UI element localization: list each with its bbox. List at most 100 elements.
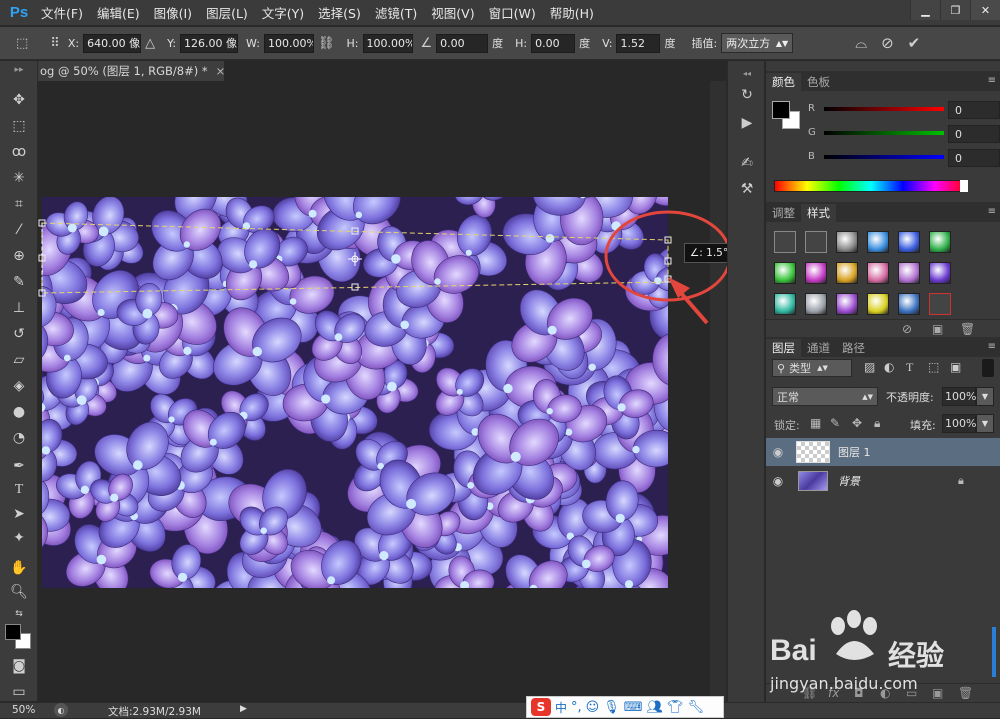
crop-tool-icon[interactable]: ⌗	[6, 193, 32, 215]
quick-mask-icon[interactable]: ◙	[6, 655, 32, 677]
style-swatch[interactable]	[805, 293, 827, 315]
layer-filter-select[interactable]: ⚲ 类型 ▲▼	[772, 359, 852, 377]
user-icon[interactable]: 👥︎	[647, 700, 664, 715]
brush-presets-icon[interactable]: ⚒	[736, 179, 758, 199]
menu-help[interactable]: 帮助(H)	[543, 3, 601, 22]
style-swatch[interactable]	[867, 231, 889, 253]
menu-type[interactable]: 文字(Y)	[255, 3, 311, 22]
filter-toggle[interactable]	[982, 359, 994, 377]
green-channel-slider[interactable]	[824, 131, 944, 135]
toolbar-collapse-icon[interactable]: ▸▸	[6, 65, 32, 75]
style-swatch[interactable]	[898, 262, 920, 284]
canvas-scrollbar[interactable]	[710, 81, 726, 702]
tab-adjustments[interactable]: 调整	[766, 204, 801, 222]
close-button[interactable]: ✕	[970, 0, 1000, 20]
menu-layer[interactable]: 图层(L)	[199, 3, 255, 22]
visibility-eye-icon[interactable]: ◉	[766, 474, 790, 488]
new-style-icon[interactable]: ▣	[932, 322, 943, 336]
visibility-eye-icon[interactable]: ◉	[766, 445, 790, 459]
color-foreground-swatch[interactable]	[772, 101, 790, 119]
type-tool-icon[interactable]: T	[6, 479, 32, 501]
brush-panel-icon[interactable]: ✍	[736, 153, 758, 173]
menu-image[interactable]: 图像(I)	[147, 3, 199, 22]
style-swatch[interactable]	[836, 262, 858, 284]
menu-file[interactable]: 文件(F)	[34, 3, 90, 22]
restore-button[interactable]: ❐	[940, 0, 970, 20]
no-style-icon[interactable]: ⊘	[902, 322, 912, 336]
filter-shape-icon[interactable]: ⬚	[928, 360, 939, 374]
lasso-tool-icon[interactable]: ꝏ	[6, 141, 32, 163]
keyboard-icon[interactable]: ⌨	[624, 700, 643, 715]
lock-position-icon[interactable]: ✥	[852, 416, 862, 430]
swap-colors-icon[interactable]: ⇆	[6, 603, 32, 625]
document-tab[interactable]: og @ 50% (图层 1, RGB/8#) * ×	[38, 61, 224, 81]
tab-styles[interactable]: 样式	[801, 204, 836, 222]
history-panel-icon[interactable]: ↻	[736, 85, 758, 105]
tab-color[interactable]: 颜色	[766, 73, 801, 91]
blur-tool-icon[interactable]: ●	[6, 401, 32, 423]
style-swatch[interactable]	[774, 293, 796, 315]
style-swatch[interactable]	[774, 262, 796, 284]
panel-menu-icon[interactable]: ≡	[988, 341, 996, 352]
cancel-transform-icon[interactable]: ⊘	[881, 34, 894, 52]
screen-mode-icon[interactable]: ▭	[6, 681, 32, 703]
opacity-input[interactable]: 100%	[942, 387, 976, 406]
style-swatch[interactable]	[867, 293, 889, 315]
menu-view[interactable]: 视图(V)	[424, 3, 481, 22]
reference-point-icon[interactable]: ⠿	[50, 36, 60, 51]
status-arrow-icon[interactable]: ▶	[240, 704, 247, 714]
style-swatch[interactable]	[898, 231, 920, 253]
minimize-button[interactable]: ▁	[910, 0, 940, 20]
panel-menu-icon[interactable]: ≡	[988, 75, 996, 86]
eyedropper-tool-icon[interactable]: ⁄	[6, 219, 32, 241]
tab-channels[interactable]: 通道	[801, 339, 836, 357]
transform-tool-icon[interactable]: ⬚	[16, 36, 28, 51]
height-input[interactable]: 100.00%	[363, 34, 413, 53]
marquee-tool-icon[interactable]: ⬚	[6, 115, 32, 137]
style-swatch[interactable]	[898, 293, 920, 315]
style-swatch[interactable]	[929, 293, 951, 315]
filter-smart-icon[interactable]: ▣	[950, 360, 961, 374]
filter-adjust-icon[interactable]: ◐	[884, 360, 894, 374]
style-swatch[interactable]	[867, 262, 889, 284]
y-input[interactable]: 126.00 像素	[180, 34, 238, 53]
red-channel-input[interactable]: 0	[948, 101, 1000, 119]
dock-collapse-icon[interactable]: ◂◂	[736, 63, 758, 83]
filter-type-icon[interactable]: T	[906, 360, 913, 375]
skin-icon[interactable]: 👕︎	[667, 700, 684, 715]
layer-row[interactable]: ◉ 背景 🔒︎	[766, 467, 1000, 495]
sogou-logo[interactable]: S	[531, 698, 551, 716]
menu-filter[interactable]: 滤镜(T)	[368, 3, 424, 22]
hskew-input[interactable]: 0.00	[531, 34, 575, 53]
brush-tool-icon[interactable]: ✎	[6, 271, 32, 293]
green-channel-input[interactable]: 0	[948, 125, 1000, 143]
layer-name[interactable]: 图层 1	[838, 444, 871, 460]
warp-icon[interactable]: ⌓	[855, 34, 867, 52]
move-tool-icon[interactable]: ✥	[6, 89, 32, 111]
style-swatch[interactable]	[774, 231, 796, 253]
status-info-icon[interactable]: ◐	[54, 703, 68, 717]
style-swatch[interactable]	[929, 262, 951, 284]
red-channel-slider[interactable]	[824, 107, 944, 111]
blue-channel-input[interactable]: 0	[948, 149, 1000, 167]
layer-name[interactable]: 背景	[838, 473, 860, 489]
fill-dropdown-icon[interactable]: ▼	[976, 414, 994, 433]
zoom-tool-icon[interactable]: 🔍︎	[6, 581, 32, 603]
lock-all-icon[interactable]: 🔒︎	[874, 416, 880, 431]
shape-tool-icon[interactable]: ✦	[6, 527, 32, 549]
eraser-tool-icon[interactable]: ▱	[6, 349, 32, 371]
tools-icon[interactable]: 🔧︎	[688, 700, 705, 715]
rotation-input[interactable]: 0.00	[436, 34, 488, 53]
foreground-color-swatch[interactable]	[5, 624, 21, 640]
tab-layers[interactable]: 图层	[766, 339, 801, 357]
zoom-level[interactable]: 50%	[12, 704, 35, 716]
style-swatch[interactable]	[836, 293, 858, 315]
style-swatch[interactable]	[805, 231, 827, 253]
blend-mode-select[interactable]: 正常 ▲▼	[772, 387, 878, 406]
tab-paths[interactable]: 路径	[836, 339, 871, 357]
menu-edit[interactable]: 编辑(E)	[90, 3, 147, 22]
layer-row-selected[interactable]: ◉ 图层 1	[766, 438, 1000, 466]
menu-select[interactable]: 选择(S)	[311, 3, 368, 22]
history-brush-tool-icon[interactable]: ↺	[6, 323, 32, 345]
healing-brush-tool-icon[interactable]: ⊕	[6, 245, 32, 267]
